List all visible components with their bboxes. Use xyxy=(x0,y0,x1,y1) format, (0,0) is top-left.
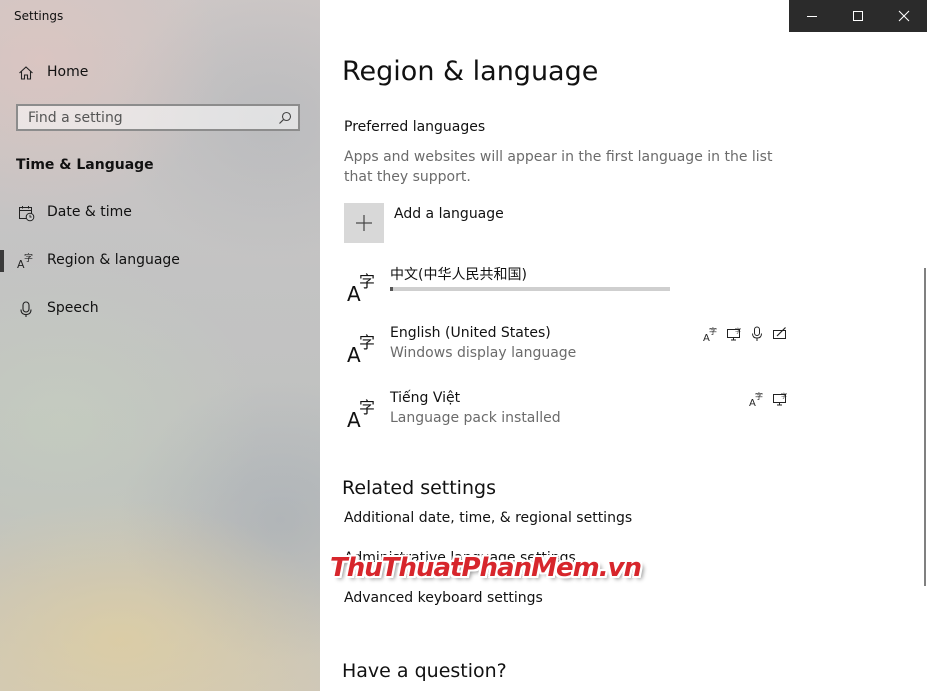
sidebar-item-label: Speech xyxy=(47,300,99,316)
language-pack-icon: A字 xyxy=(748,390,765,407)
display-language-icon: 字 xyxy=(725,325,742,342)
settings-window: Settings Home Time & Language Date & tim… xyxy=(0,0,927,691)
display-language-icon: 字 xyxy=(771,390,788,407)
language-icon: A字 xyxy=(344,329,380,367)
app-title: Settings xyxy=(14,9,64,23)
language-name: English (United States) xyxy=(390,325,551,341)
svg-text:字: 字 xyxy=(359,272,375,291)
sidebar-item-label: Date & time xyxy=(47,204,132,220)
close-button[interactable] xyxy=(881,0,927,32)
main-content: Region & language Preferred languages Ap… xyxy=(320,0,927,691)
sidebar-item-label: Region & language xyxy=(47,252,180,268)
svg-text:字: 字 xyxy=(24,252,33,264)
language-features: A字 字 xyxy=(702,325,788,342)
maximize-icon xyxy=(853,11,863,21)
watermark-logo: ThuThuatPhanMem.vn xyxy=(330,553,642,583)
svg-text:字: 字 xyxy=(359,398,375,417)
maximize-button[interactable] xyxy=(835,0,881,32)
have-a-question-heading: Have a question? xyxy=(342,660,507,682)
minimize-icon xyxy=(807,16,817,17)
speech-icon xyxy=(748,325,765,342)
language-icon: A字 xyxy=(344,394,380,432)
sidebar-section-heading: Time & Language xyxy=(16,157,154,173)
progress-fill xyxy=(390,287,393,291)
plus-icon xyxy=(344,203,384,243)
page-title: Region & language xyxy=(342,56,599,87)
language-icon: A字 xyxy=(344,268,380,306)
related-settings-heading: Related settings xyxy=(342,477,496,499)
preferred-languages-heading: Preferred languages xyxy=(344,119,486,135)
sidebar-item-speech[interactable]: Speech xyxy=(0,289,320,329)
language-download-progress xyxy=(390,287,670,291)
language-icon: A字 xyxy=(17,252,35,270)
calendar-clock-icon xyxy=(17,204,35,222)
language-subtitle: Windows display language xyxy=(390,345,577,361)
watermark-text: ThuThuatPhanMem xyxy=(330,553,600,583)
search-icon[interactable] xyxy=(278,110,292,124)
language-item-english[interactable]: A字 English (United States) Windows displ… xyxy=(344,325,790,381)
language-name: 中文(中华人民共和国) xyxy=(390,267,527,283)
close-icon xyxy=(898,10,910,22)
sidebar-item-date-time[interactable]: Date & time xyxy=(0,193,320,233)
add-language-label: Add a language xyxy=(394,206,504,222)
svg-text:字: 字 xyxy=(709,326,717,336)
language-item-chinese[interactable]: A字 中文(中华人民共和国) xyxy=(344,264,790,320)
minimize-button[interactable] xyxy=(789,0,835,32)
sidebar-item-region-language[interactable]: A字 Region & language xyxy=(0,241,320,281)
nav-home[interactable]: Home xyxy=(0,53,320,93)
microphone-icon xyxy=(17,300,35,318)
svg-text:字: 字 xyxy=(359,333,375,352)
link-additional-date-time[interactable]: Additional date, time, & regional settin… xyxy=(344,510,632,526)
sidebar: Settings Home Time & Language Date & tim… xyxy=(0,0,320,691)
home-icon xyxy=(17,64,35,82)
handwriting-icon xyxy=(771,325,788,342)
preferred-languages-description: Apps and websites will appear in the fir… xyxy=(344,149,773,185)
add-language-button[interactable]: Add a language xyxy=(344,203,644,243)
scrollbar[interactable] xyxy=(924,268,926,586)
language-name: Tiếng Việt xyxy=(390,390,461,406)
window-controls xyxy=(789,0,927,32)
svg-text:字: 字 xyxy=(781,392,787,400)
nav-home-label: Home xyxy=(47,64,89,80)
language-features: A字 字 xyxy=(748,390,788,407)
link-advanced-keyboard[interactable]: Advanced keyboard settings xyxy=(344,590,543,606)
watermark-suffix: .vn xyxy=(598,553,642,583)
svg-text:字: 字 xyxy=(735,327,741,335)
language-item-vietnamese[interactable]: A字 Tiếng Việt Language pack installed A字… xyxy=(344,390,790,446)
language-pack-icon: A字 xyxy=(702,325,719,342)
language-subtitle: Language pack installed xyxy=(390,410,561,426)
svg-text:字: 字 xyxy=(755,391,763,401)
search-input[interactable] xyxy=(18,106,278,129)
search-box[interactable] xyxy=(16,104,300,131)
